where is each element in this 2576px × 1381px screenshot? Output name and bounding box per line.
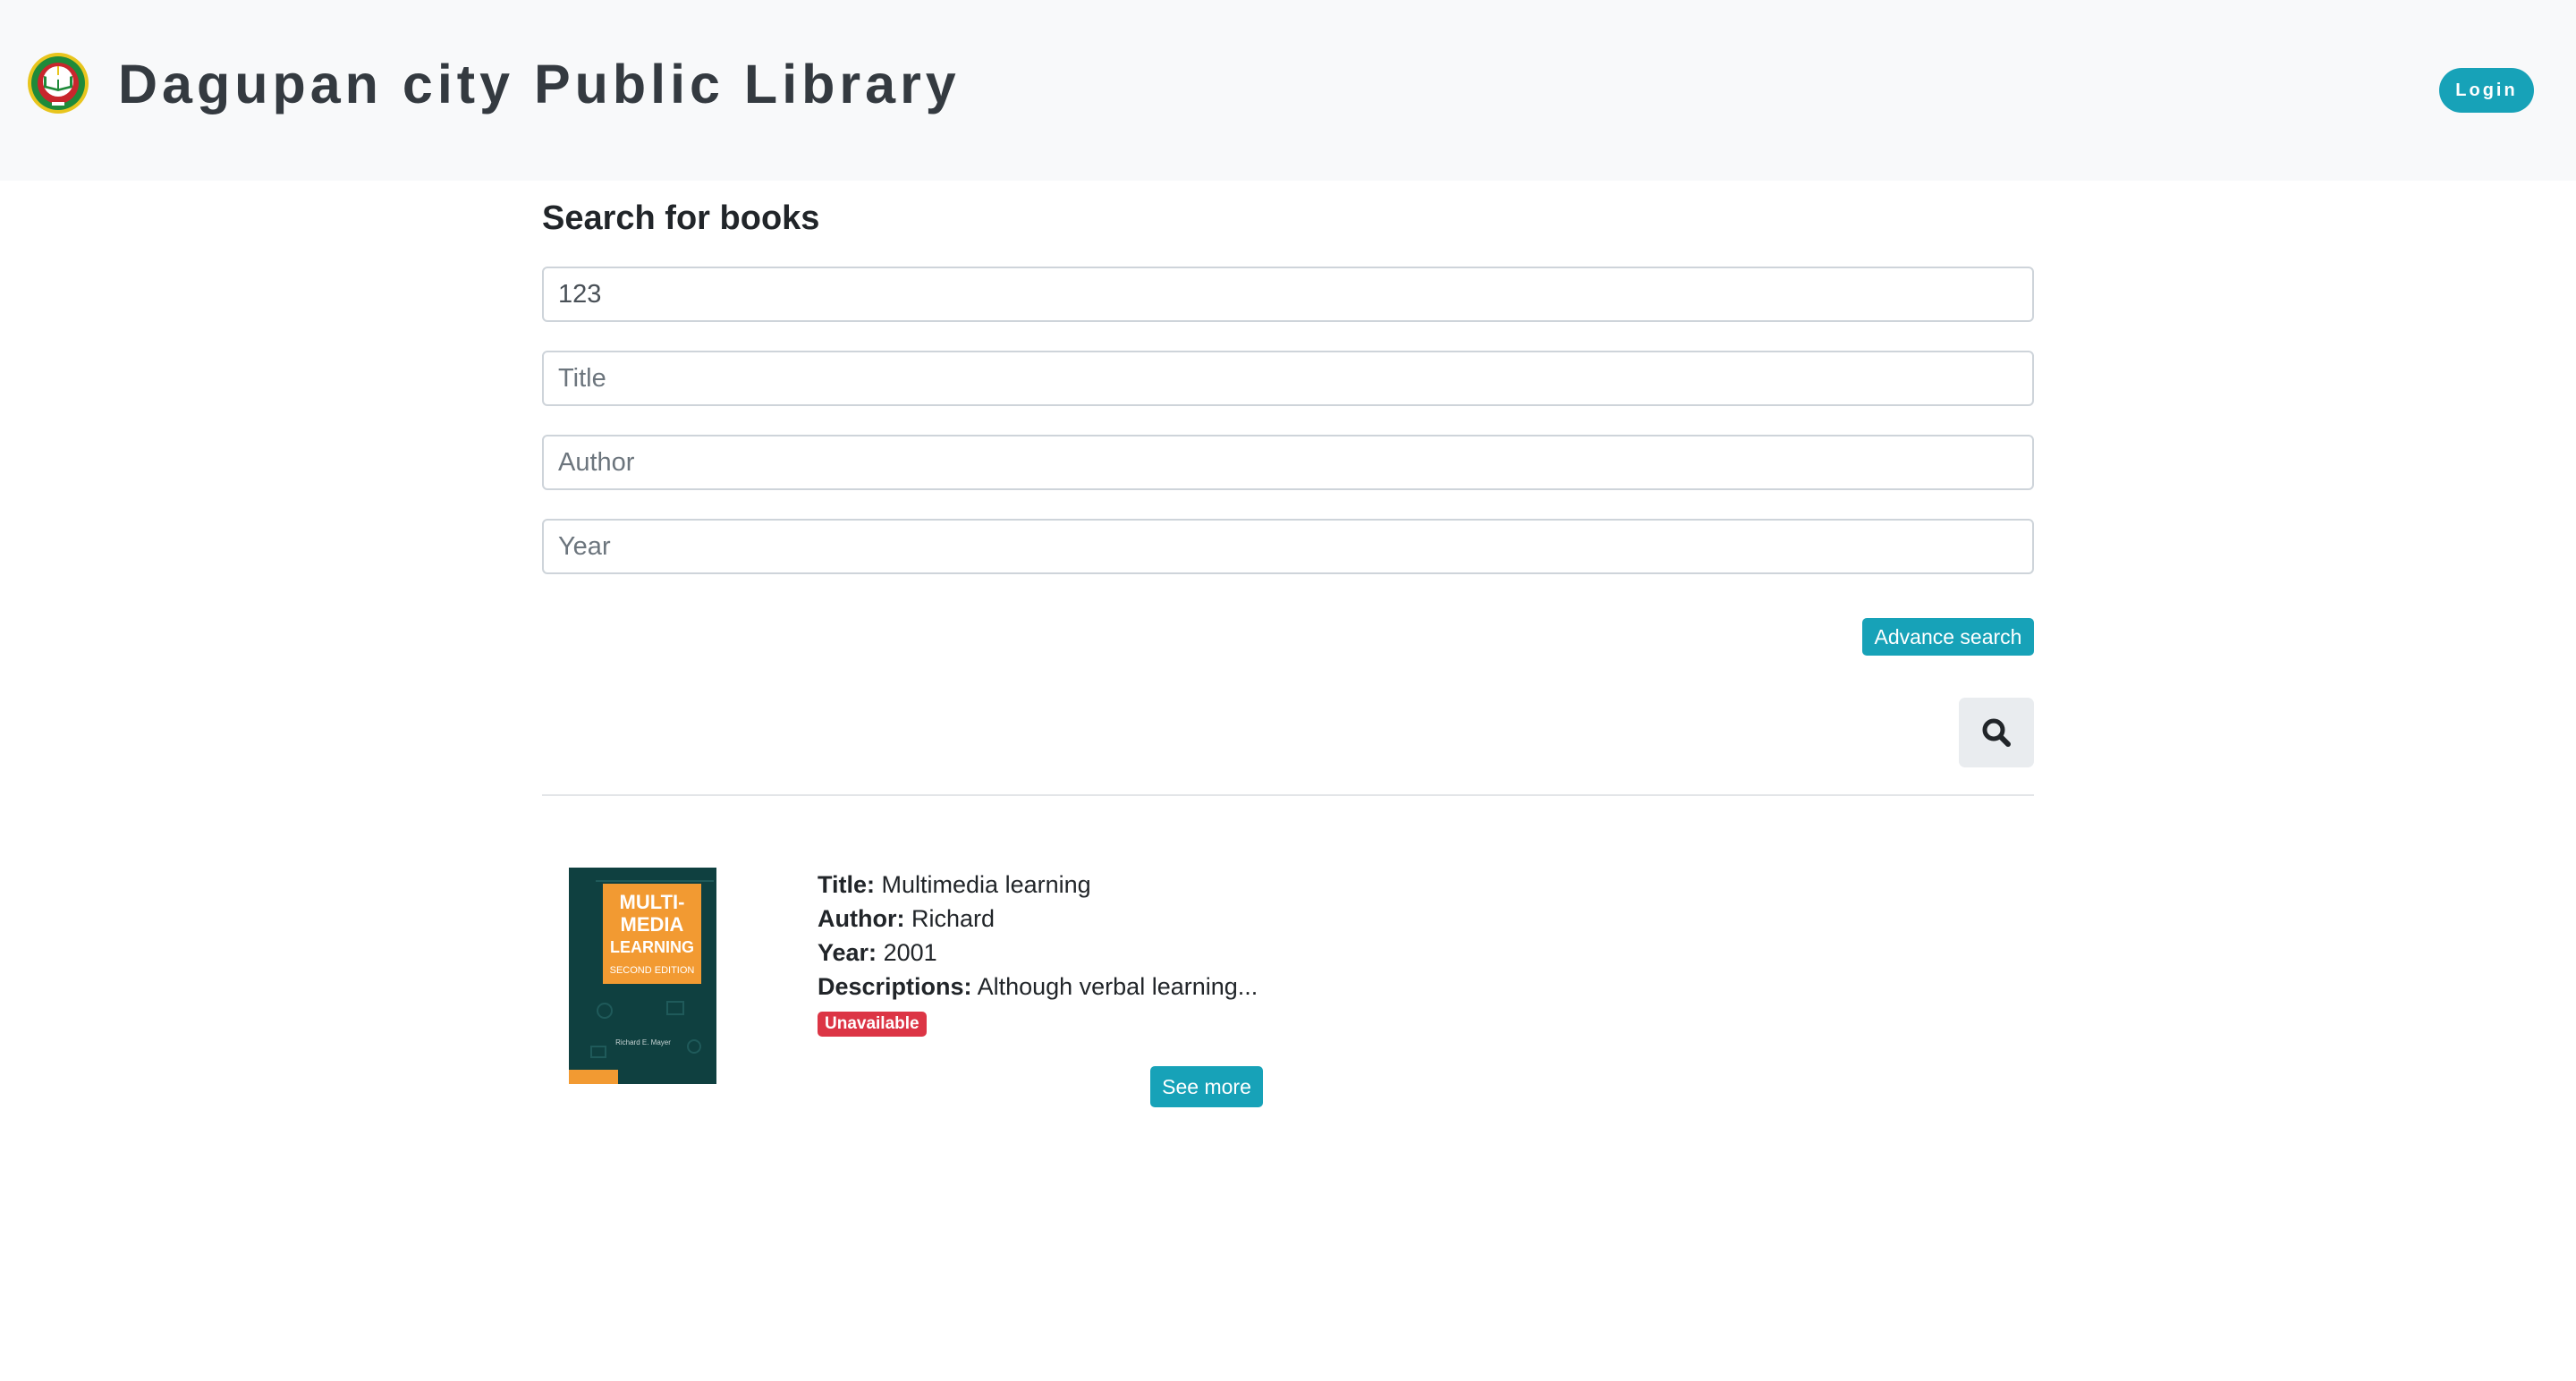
advance-search-button[interactable]: Advance search (1862, 618, 2034, 656)
navbar: Dagupan city Public Library Login (0, 0, 2576, 181)
title-input[interactable] (542, 351, 2034, 406)
book-details: Title: Multimedia learning Author: Richa… (818, 868, 1444, 1038)
availability-badge: Unavailable (818, 1012, 927, 1037)
book-description: Although verbal learning... (977, 973, 1258, 1000)
library-seal-icon[interactable] (27, 52, 89, 114)
cover-text-line: MEDIA (621, 913, 684, 936)
book-author-row: Author: Richard (818, 902, 1444, 936)
login-button[interactable]: Login (2439, 68, 2534, 113)
book-title-row: Title: Multimedia learning (818, 868, 1444, 902)
search-button[interactable] (1959, 698, 2034, 767)
author-label: Author: (818, 905, 905, 932)
description-label: Descriptions: (818, 973, 972, 1000)
book-title: Multimedia learning (881, 871, 1091, 898)
year-input[interactable] (542, 519, 2034, 574)
site-title[interactable]: Dagupan city Public Library (118, 52, 961, 116)
cover-text-line: SECOND EDITION (610, 965, 695, 976)
see-more-button[interactable]: See more (1150, 1066, 1263, 1107)
book-author: Richard (911, 905, 996, 932)
search-icon (1982, 718, 2011, 747)
author-input[interactable] (542, 435, 2034, 490)
results-divider (542, 794, 2034, 796)
book-description-row: Descriptions: Although verbal learning..… (818, 970, 1444, 1004)
title-label: Title: (818, 871, 876, 898)
keyword-search-input[interactable] (542, 267, 2034, 322)
book-year-row: Year: 2001 (818, 936, 1444, 970)
book-cover-image[interactable]: MULTI- MEDIA LEARNING SECOND EDITION Ric… (569, 868, 716, 1084)
cover-author-text: Richard E. Mayer (615, 1038, 671, 1046)
year-label: Year: (818, 939, 877, 966)
book-year: 2001 (883, 939, 937, 966)
cover-text-line: LEARNING (610, 938, 694, 956)
search-heading: Search for books (542, 199, 820, 237)
cover-text-line: MULTI- (620, 891, 685, 913)
